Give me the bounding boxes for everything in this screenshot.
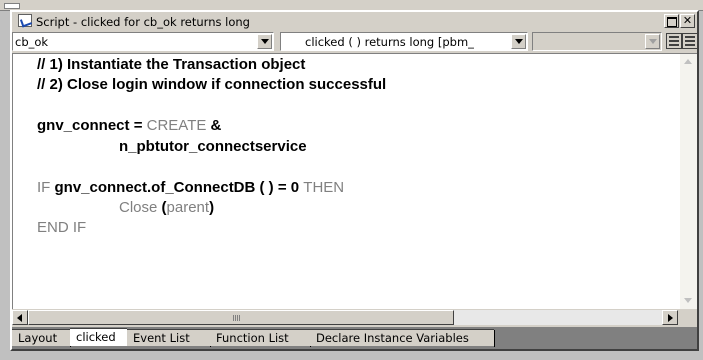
ide-background: Script - clicked for cb_ok returns long … (0, 0, 703, 360)
list-view-icon[interactable] (666, 33, 682, 49)
script-editor[interactable]: // 1) Instantiate the Transaction object… (12, 53, 697, 309)
code-line-endif: END IF (37, 219, 86, 239)
chevron-down-icon[interactable] (257, 34, 272, 49)
event-dropdown-value: clicked ( ) returns long [pbm_ (305, 35, 474, 49)
code-op: & (206, 117, 222, 134)
close-button[interactable]: ✕ (680, 14, 695, 28)
code-keyword: THEN (303, 179, 345, 196)
scroll-down-icon[interactable] (681, 293, 696, 308)
code-area[interactable]: // 1) Instantiate the Transaction object… (13, 54, 676, 309)
code-expression: gnv_connect.of_ConnectDB ( ) = 0 (54, 179, 304, 196)
scroll-up-icon[interactable] (681, 55, 696, 70)
code-line-comment-2: // 2) Close login window if connection s… (37, 76, 387, 93)
object-dropdown-value: cb_ok (15, 35, 49, 49)
scroll-thumb[interactable] (28, 310, 454, 325)
code-keyword: IF (37, 179, 55, 196)
code-var: gnv_connect (37, 117, 130, 134)
code-op: = (129, 117, 147, 134)
script-pencil-icon (18, 14, 32, 27)
tab-event-list[interactable]: Event List (127, 329, 211, 347)
scroll-left-icon[interactable] (12, 310, 28, 325)
tab-declare-instance-variables[interactable]: Declare Instance Variables (310, 329, 495, 347)
maximize-button[interactable] (664, 14, 679, 28)
tab-label: Event List (133, 331, 190, 345)
vertical-scrollbar[interactable] (680, 54, 697, 309)
window-title: Script - clicked for cb_ok returns long (36, 15, 250, 29)
tab-separator (494, 330, 495, 347)
code-keyword: Close (119, 199, 162, 216)
code-paren: ) (209, 199, 215, 216)
ancestor-dropdown[interactable] (532, 32, 662, 51)
object-dropdown[interactable]: cb_ok (12, 32, 274, 51)
tab-clicked[interactable]: clicked (70, 328, 128, 346)
tab-label: Function List (216, 331, 289, 345)
code-keyword: END IF (37, 219, 87, 236)
tab-label: Layout (18, 331, 58, 345)
code-line-classname: n_pbtutor_connectservice (119, 138, 307, 155)
tab-layout[interactable]: Layout (12, 329, 71, 347)
list-view-icon[interactable] (682, 33, 698, 49)
code-argument: parent (166, 199, 210, 216)
horizontal-scrollbar[interactable] (12, 309, 697, 327)
event-dropdown[interactable]: clicked ( ) returns long [pbm_ (280, 32, 528, 51)
scroll-corner (678, 309, 697, 327)
chevron-down-icon[interactable] (511, 34, 526, 49)
code-line-comment-1: // 1) Instantiate the Transaction object (37, 56, 306, 73)
tab-function-list[interactable]: Function List (210, 329, 311, 347)
script-toolbar: cb_ok clicked ( ) returns long [pbm_ (12, 31, 698, 52)
code-line-close: Close (parent) (119, 199, 214, 219)
close-icon: ✕ (682, 14, 693, 27)
code-line-create: gnv_connect = CREATE & (37, 117, 221, 137)
scroll-right-icon[interactable] (662, 310, 678, 325)
tab-bar: Layout clicked Event List Function List … (12, 327, 697, 349)
tab-label: clicked (76, 330, 116, 344)
chevron-down-icon[interactable] (645, 34, 660, 49)
code-line-if: IF gnv_connect.of_ConnectDB ( ) = 0 THEN (37, 179, 344, 199)
parent-window-control (4, 3, 20, 9)
title-bar[interactable]: Script - clicked for cb_ok returns long … (12, 12, 697, 31)
code-keyword: CREATE (146, 117, 207, 134)
script-window: Script - clicked for cb_ok returns long … (10, 10, 699, 351)
tab-label: Declare Instance Variables (316, 331, 469, 345)
